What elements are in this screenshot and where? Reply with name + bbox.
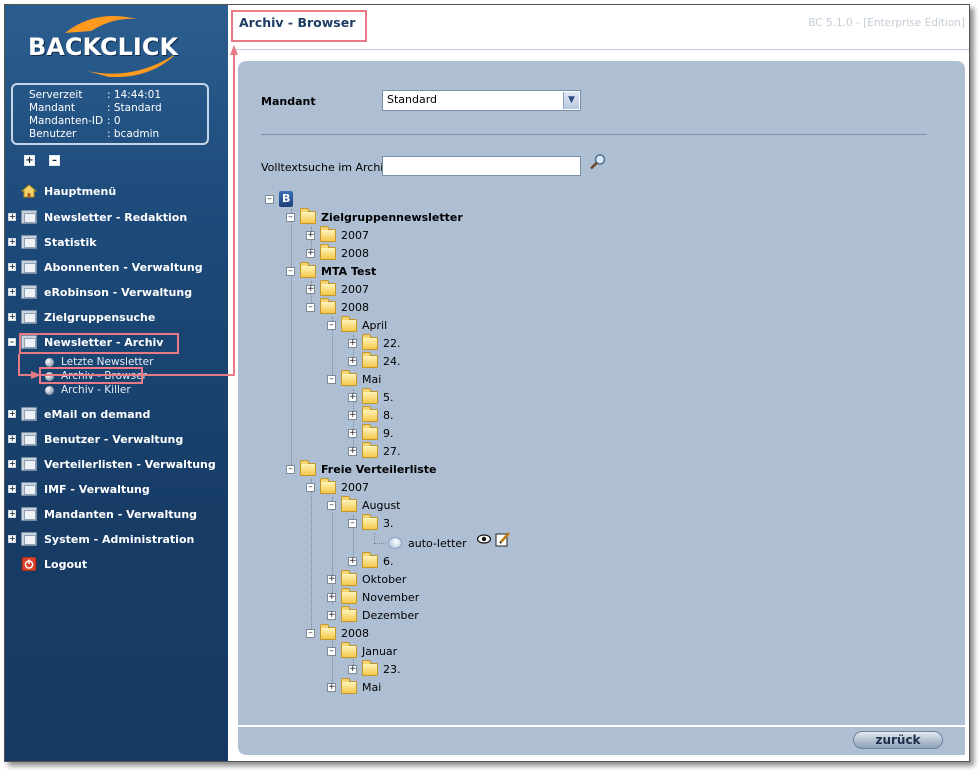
app-window: BACKCLICK Serverzeit: 14:44:01 Mandant: … [4,4,970,762]
annotation-arrow [18,45,238,379]
